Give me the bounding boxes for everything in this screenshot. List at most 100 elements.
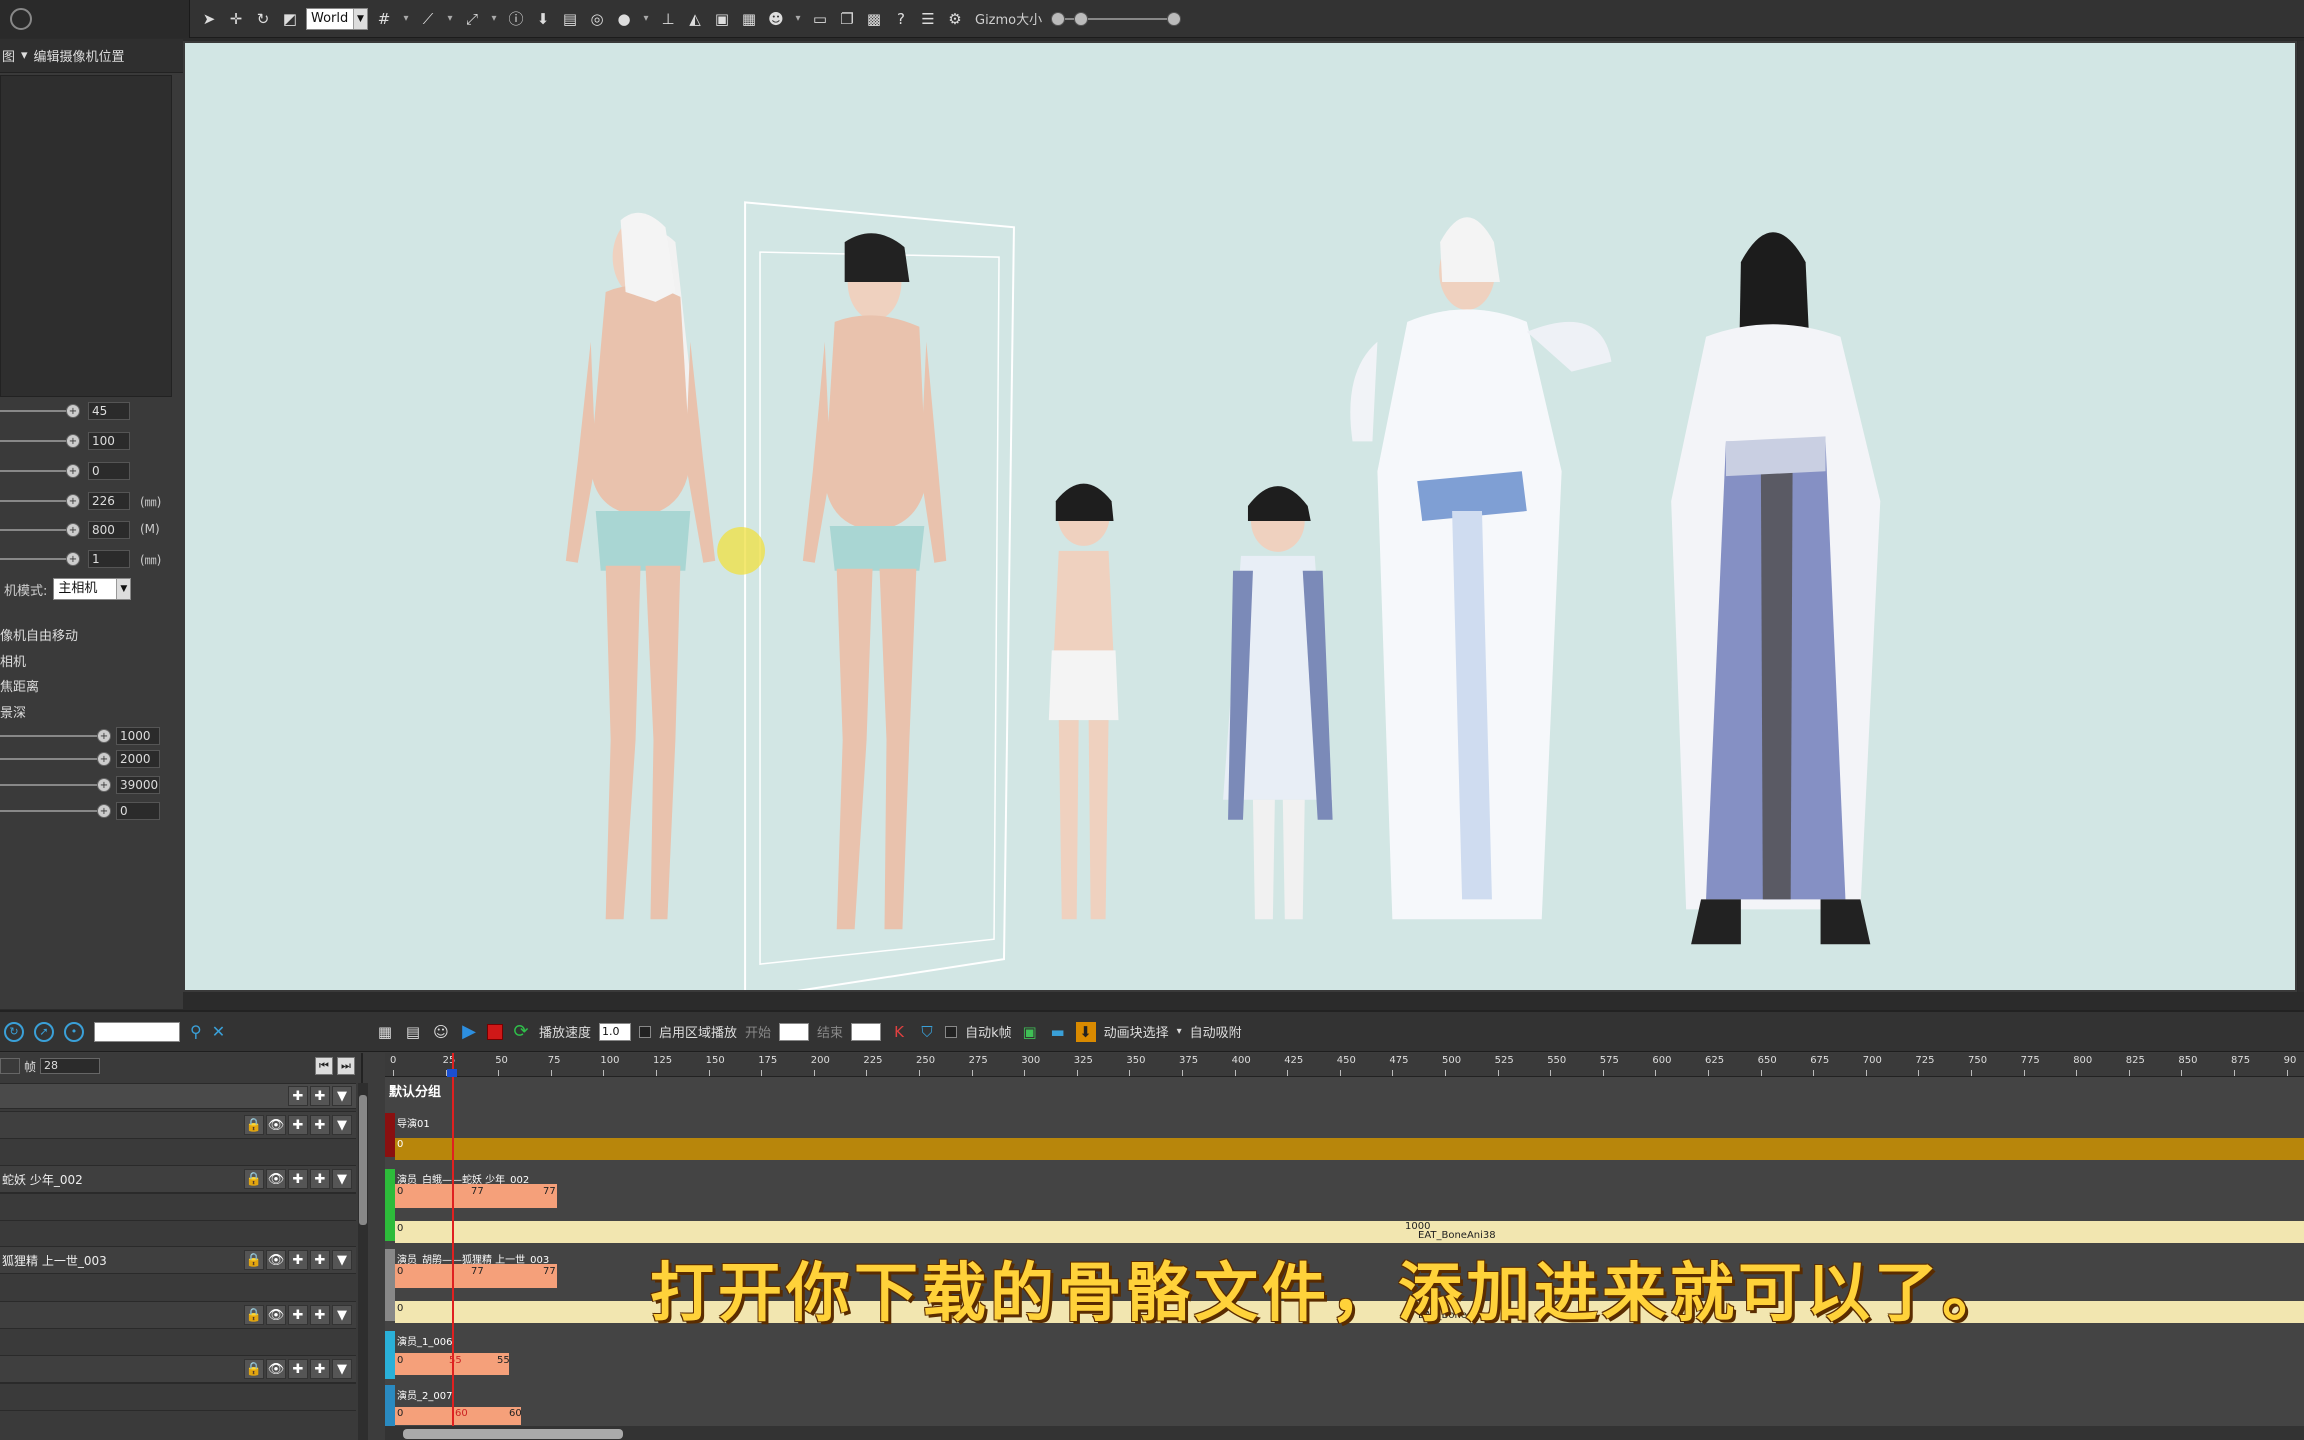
play-icon[interactable]: ▶ — [459, 1021, 479, 1042]
camera-view-icon[interactable]: ▭ — [809, 8, 831, 30]
frame-ruler[interactable]: 0 25 50 75 100 125 150 175 200 225 250 275 300 325 350… — [385, 1053, 2304, 1077]
character-robed-blue[interactable] — [1671, 232, 1881, 945]
shield-icon[interactable]: ⛉ — [917, 1022, 937, 1042]
add-key-icon[interactable]: ✚ — [310, 1250, 330, 1270]
collapse-icon[interactable]: ▼ — [332, 1115, 352, 1135]
palette-icon[interactable]: ▩ — [863, 8, 885, 30]
search-icon[interactable]: ⚲ — [190, 1022, 202, 1041]
refresh-icon[interactable]: ↻ — [4, 1021, 24, 1042]
lock-icon[interactable]: 🔒 — [244, 1115, 264, 1135]
add-key-icon[interactable]: ✚ — [310, 1359, 330, 1379]
move-icon[interactable]: ✛ — [225, 8, 247, 30]
add-key-icon[interactable]: ✚ — [310, 1115, 330, 1135]
actors-icon[interactable]: ☺ — [431, 1022, 451, 1042]
track-row-group[interactable]: ✚ ✚ ▼ — [0, 1083, 356, 1109]
playback-speed-input[interactable]: 1.0 — [599, 1022, 632, 1041]
gear-icon[interactable]: ⚙ — [944, 8, 966, 30]
slider-knob[interactable]: + — [66, 523, 80, 537]
add-key-icon[interactable]: ✚ — [310, 1169, 330, 1189]
gizmo-slider-knob[interactable] — [1074, 11, 1089, 26]
collapse-icon[interactable]: ▼ — [332, 1169, 352, 1189]
go-end-icon[interactable]: ⏭ — [337, 1057, 355, 1075]
auto-key-checkbox[interactable] — [945, 1025, 958, 1038]
slider-knob[interactable]: + — [66, 552, 80, 566]
range-play-checkbox[interactable] — [639, 1025, 652, 1038]
slider-value[interactable]: 1 — [88, 550, 130, 568]
pin-icon[interactable]: • — [64, 1021, 84, 1042]
dropdown-arrow-icon[interactable]: ▾ — [400, 8, 412, 30]
add-icon[interactable]: ✚ — [288, 1169, 308, 1189]
option-free-move[interactable]: 像机自由移动 — [0, 625, 78, 644]
slider-value[interactable]: 45 — [88, 402, 130, 420]
scale-icon[interactable]: ◩ — [279, 8, 301, 30]
timeline-hscrollbar[interactable] — [385, 1426, 2304, 1440]
slider-knob[interactable]: + — [97, 778, 111, 792]
loop-icon[interactable]: ⟳ — [511, 1021, 531, 1042]
add-icon[interactable]: ✚ — [288, 1359, 308, 1379]
slider-value[interactable]: 2000 — [116, 750, 160, 768]
eye-icon[interactable]: 👁 — [266, 1305, 286, 1325]
option-focus-distance[interactable]: 焦距离 — [0, 676, 39, 695]
key-icon[interactable]: K — [889, 1022, 909, 1042]
character-1[interactable] — [565, 212, 716, 920]
collapse-icon[interactable]: ▼ — [332, 1086, 352, 1106]
anim-bar[interactable] — [395, 1221, 2304, 1243]
slider-value[interactable]: 0 — [116, 802, 160, 820]
track-row-actor-4[interactable]: 🔒 👁 ✚ ✚ ▼ — [0, 1355, 356, 1383]
stop-icon[interactable] — [487, 1023, 503, 1040]
slider-value[interactable]: 0 — [88, 462, 130, 480]
slider-knob[interactable]: + — [97, 752, 111, 766]
track-list-scrollbar[interactable] — [358, 1083, 368, 1440]
scrollbar-thumb[interactable] — [359, 1095, 367, 1225]
go-start-icon[interactable]: ⏮ — [315, 1057, 333, 1075]
chevron-down-icon[interactable]: ▾ — [21, 48, 28, 63]
light-icon[interactable]: ● — [613, 8, 635, 30]
info-icon[interactable]: ⓘ — [505, 8, 527, 30]
director-bar[interactable] — [395, 1138, 2304, 1160]
add-icon[interactable]: ✚ — [288, 1086, 308, 1106]
scene-viewport[interactable] — [183, 41, 2297, 992]
import-icon[interactable]: ⬇ — [1075, 1021, 1096, 1042]
gizmo-max-knob[interactable] — [1167, 11, 1182, 26]
slider-knob[interactable]: + — [97, 804, 111, 818]
start-frame-input[interactable] — [779, 1022, 810, 1041]
folder-icon[interactable]: ▤ — [403, 1022, 423, 1042]
track-row-actor-3[interactable]: 🔒 👁 ✚ ✚ ▼ — [0, 1301, 356, 1329]
track-row-actor-2[interactable]: 狐狸精 上一世_003 🔒 👁 ✚ ✚ ▼ — [0, 1246, 356, 1274]
dropdown-arrow-icon[interactable]: ▾ — [792, 8, 804, 30]
camera-mode-select[interactable]: 主相机 ▼ — [53, 578, 132, 600]
slider-knob[interactable]: + — [66, 434, 80, 448]
end-frame-input[interactable] — [851, 1022, 882, 1041]
gizmo-min-knob[interactable] — [1051, 11, 1066, 26]
clear-icon[interactable]: ✕ — [212, 1022, 225, 1041]
character-icon[interactable]: ☻ — [765, 8, 787, 30]
select-arrow-icon[interactable]: ➤ — [198, 8, 220, 30]
ground-icon[interactable]: ⊥ — [657, 8, 679, 30]
lock-icon[interactable]: 🔒 — [244, 1305, 264, 1325]
lock-icon[interactable]: 🔒 — [244, 1250, 264, 1270]
clipboard-icon[interactable]: ▤ — [559, 8, 581, 30]
add-icon[interactable]: ✚ — [288, 1115, 308, 1135]
grid-icon[interactable]: # — [373, 8, 395, 30]
slider-knob[interactable]: + — [97, 729, 111, 743]
edit-camera-position-label[interactable]: 编辑摄像机位置 — [34, 46, 125, 65]
slider-value[interactable]: 100 — [88, 432, 130, 450]
window-icon[interactable]: ❐ — [836, 8, 858, 30]
folder-open-icon[interactable]: ▬ — [1048, 1022, 1068, 1042]
slider-knob[interactable]: + — [66, 464, 80, 478]
add-key-icon[interactable]: ✚ — [310, 1086, 330, 1106]
dropdown-arrow-icon[interactable]: ▾ — [488, 8, 500, 30]
slider-value[interactable]: 39000 — [116, 776, 160, 794]
collapse-icon[interactable]: ▼ — [332, 1250, 352, 1270]
settings-icon[interactable] — [10, 7, 32, 30]
image-icon[interactable]: ▦ — [738, 8, 760, 30]
character-child-2[interactable] — [1223, 486, 1333, 920]
add-icon[interactable]: ✚ — [288, 1305, 308, 1325]
download-icon[interactable]: ⬇ — [532, 8, 554, 30]
playhead-handle[interactable] — [446, 1069, 457, 1077]
add-icon[interactable]: ✚ — [288, 1250, 308, 1270]
list-icon[interactable]: ☰ — [917, 8, 939, 30]
dropdown-arrow-icon[interactable]: ▾ — [444, 8, 456, 30]
slider-value[interactable]: 226 — [88, 492, 130, 510]
image-icon[interactable]: ▣ — [1020, 1022, 1040, 1042]
